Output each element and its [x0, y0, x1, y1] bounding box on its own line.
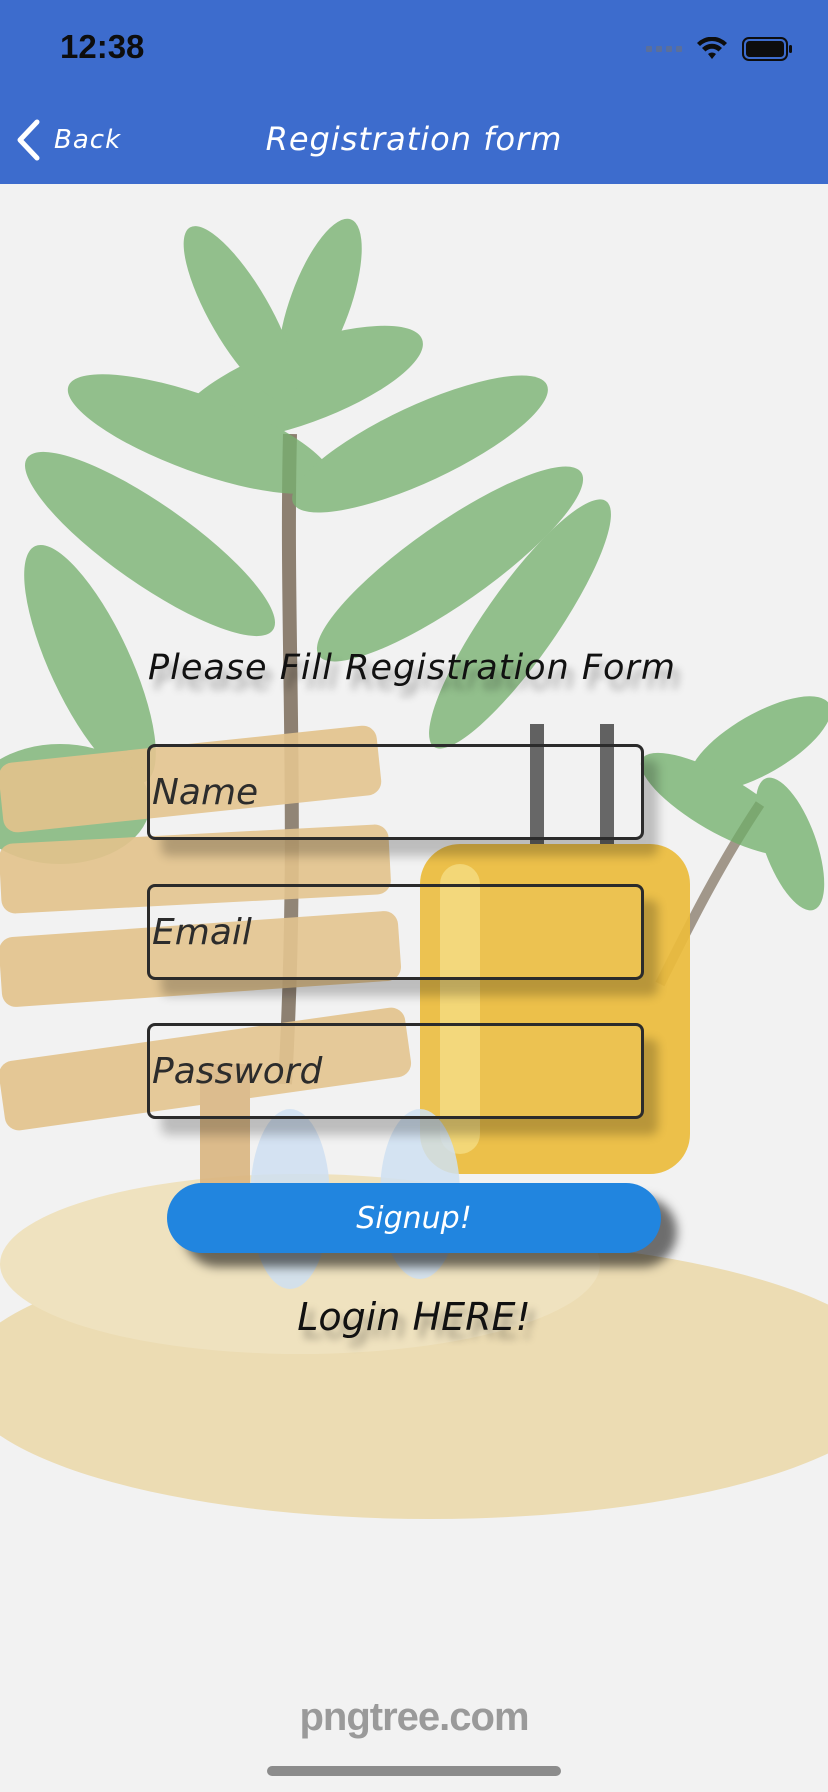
cellular-signal-icon — [646, 46, 682, 52]
name-field[interactable] — [147, 744, 644, 840]
email-field[interactable] — [147, 884, 644, 980]
page-title: Registration form — [265, 120, 563, 158]
watermark: pngtree.com — [299, 1695, 529, 1739]
form-heading: Please Fill Registration Form — [148, 648, 676, 688]
login-link[interactable]: Login HERE! — [0, 1295, 828, 1339]
home-indicator[interactable] — [267, 1766, 561, 1776]
wifi-icon — [697, 37, 727, 59]
password-input[interactable] — [150, 1026, 641, 1116]
status-time: 12:38 — [60, 28, 145, 65]
signup-button[interactable]: Signup! — [167, 1183, 661, 1253]
name-input[interactable] — [150, 747, 641, 837]
battery-icon — [742, 37, 792, 61]
password-field[interactable] — [147, 1023, 644, 1119]
email-input[interactable] — [150, 887, 641, 977]
status-icons — [646, 36, 794, 62]
navigation-bar: Back Registration form — [0, 100, 828, 184]
status-bar: 12:38 — [0, 0, 828, 100]
